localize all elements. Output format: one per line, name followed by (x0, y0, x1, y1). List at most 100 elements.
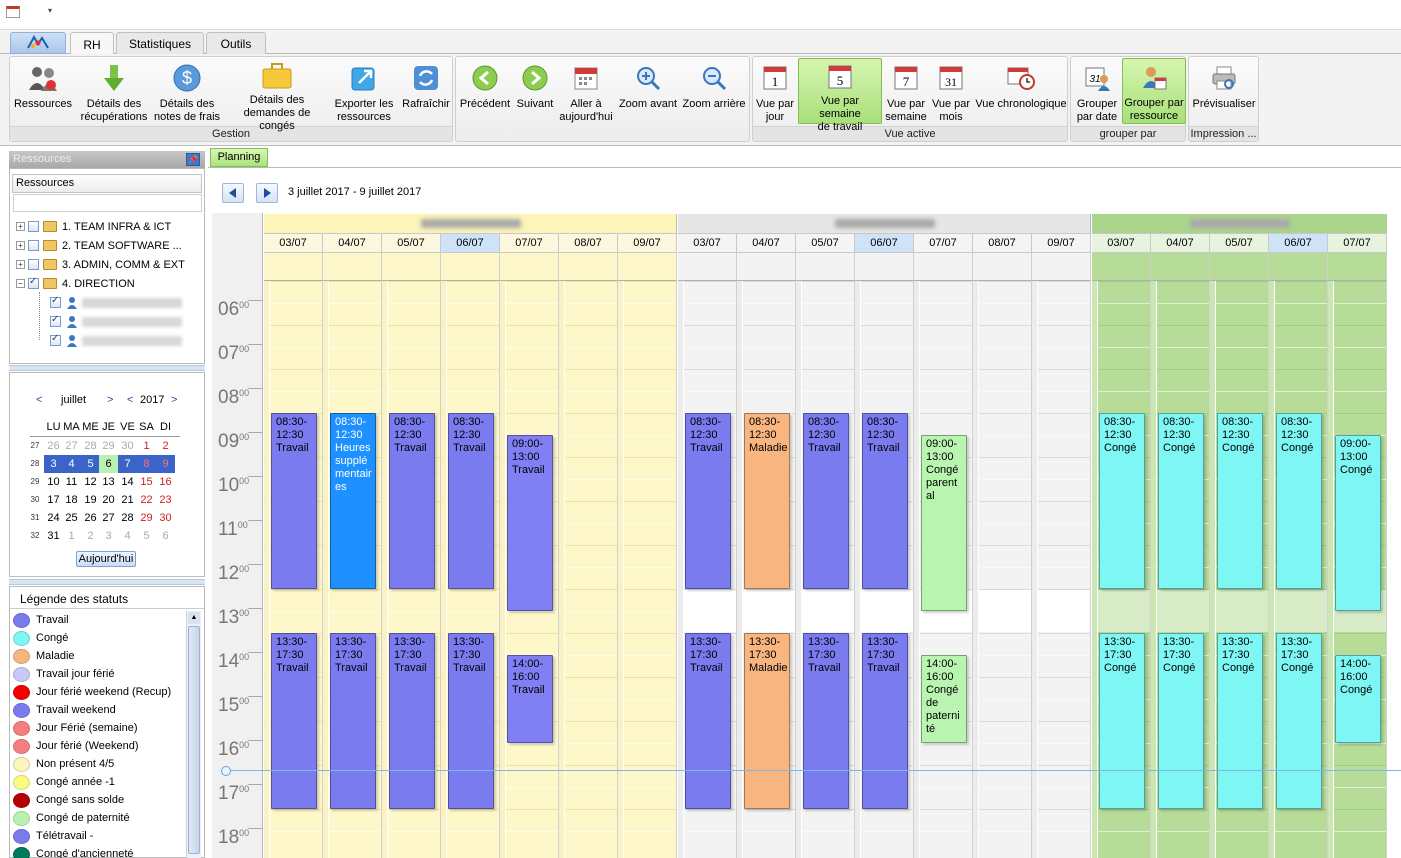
appointment[interactable]: 13:30- 17:30 Travail (330, 633, 376, 809)
appointment[interactable]: 08:30- 12:30 Travail (389, 413, 435, 589)
pin-icon[interactable]: 📌 (186, 153, 200, 166)
calendar-day[interactable]: 11 (62, 473, 81, 491)
all-day-cell[interactable] (559, 253, 618, 281)
day-header[interactable]: 06/07 (1269, 234, 1328, 253)
calendar-day[interactable]: 15 (137, 473, 156, 491)
today-button[interactable]: Aujourd'hui (76, 551, 136, 567)
appointment[interactable]: 08:30- 12:30 Congé (1099, 413, 1145, 589)
all-day-cell[interactable] (500, 253, 559, 281)
calendar-day[interactable]: 12 (81, 473, 100, 491)
day-header[interactable]: 04/07 (737, 234, 796, 253)
checkbox[interactable] (28, 276, 39, 289)
day-column[interactable] (1032, 281, 1091, 858)
calendar-day[interactable]: 5 (81, 455, 100, 473)
all-day-cell[interactable] (264, 253, 323, 281)
calendar-day[interactable]: 31 (44, 527, 63, 545)
day-header[interactable]: 09/07 (618, 234, 677, 253)
calendar-day[interactable]: 1 (137, 437, 156, 455)
all-day-cell[interactable] (737, 253, 796, 281)
calendar-day[interactable]: 19 (81, 491, 100, 509)
tree-group-software[interactable]: +2. TEAM SOFTWARE ... (16, 236, 182, 255)
calendar-day[interactable]: 4 (118, 527, 137, 545)
appointment[interactable]: 13:30- 17:30 Maladie (744, 633, 790, 809)
all-day-cell[interactable] (1328, 253, 1387, 281)
zoom-avant-button[interactable]: Zoom avant (617, 58, 679, 124)
calendar-day[interactable]: 30 (118, 437, 137, 455)
calendar-day[interactable]: 25 (62, 509, 81, 527)
scroll-thumb[interactable] (188, 626, 200, 854)
appointment[interactable]: 13:30- 17:30 Travail (685, 633, 731, 809)
tab-planning[interactable]: Planning (210, 148, 268, 167)
day-header[interactable]: 05/07 (382, 234, 441, 253)
all-day-cell[interactable] (618, 253, 677, 281)
day-header[interactable]: 08/07 (559, 234, 618, 253)
day-header[interactable]: 07/07 (500, 234, 559, 253)
tree-person-2[interactable] (50, 312, 182, 331)
resources-column-header[interactable]: Ressources (12, 174, 202, 193)
collapse-icon[interactable]: − (16, 279, 25, 288)
calendar-year[interactable]: 2017 (140, 394, 164, 406)
tree-person-1[interactable] (50, 293, 182, 312)
appointment[interactable]: 14:00- 16:00 Congé de paterni té (921, 655, 967, 743)
suivant-button[interactable]: Suivant (513, 58, 557, 124)
appointment[interactable]: 08:30- 12:30 Travail (862, 413, 908, 589)
calendar-day[interactable]: 6 (156, 527, 175, 545)
calendar-day[interactable]: 28 (81, 437, 100, 455)
calendar-day[interactable]: 5 (137, 527, 156, 545)
tree-group-direction[interactable]: − 4. DIRECTION (16, 274, 135, 293)
calendar-day[interactable]: 24 (44, 509, 63, 527)
appointment[interactable]: 08:30- 12:30 Congé (1276, 413, 1322, 589)
tab-rh[interactable]: RH (70, 32, 114, 56)
aller-aujourdhui-button[interactable]: Aller à aujourd'hui (558, 58, 614, 124)
previsualiser-button[interactable]: Prévisualiser (1191, 58, 1257, 124)
zoom-arriere-button[interactable]: Zoom arrière (682, 58, 746, 124)
calendar-day[interactable]: 13 (99, 473, 118, 491)
calendar-day[interactable]: 14 (118, 473, 137, 491)
vue-jour-button[interactable]: 1 Vue par jour (755, 58, 795, 124)
appointment[interactable]: 13:30- 17:30 Congé (1276, 633, 1322, 809)
tab-statistiques[interactable]: Statistiques (116, 32, 204, 55)
next-month-icon[interactable]: > (107, 394, 113, 406)
day-header[interactable]: 06/07 (855, 234, 914, 253)
calendar-day[interactable]: 27 (62, 437, 81, 455)
appointment[interactable]: 08:30- 12:30 Heures supplé mentair es (330, 413, 376, 589)
appointment[interactable]: 14:00- 16:00 Travail (507, 655, 553, 743)
all-day-cell[interactable] (1269, 253, 1328, 281)
application-button[interactable] (10, 32, 66, 54)
day-header[interactable]: 08/07 (973, 234, 1032, 253)
appointment[interactable]: 08:30- 12:30 Congé (1158, 413, 1204, 589)
grouper-ressource-button[interactable]: Grouper par ressource (1122, 58, 1186, 124)
appointment[interactable]: 09:00- 13:00 Congé (1335, 435, 1381, 611)
day-header[interactable]: 04/07 (323, 234, 382, 253)
calendar-day[interactable]: 4 (62, 455, 81, 473)
prev-month-icon[interactable]: < (36, 394, 42, 406)
calendar-day[interactable]: 26 (81, 509, 100, 527)
appointment[interactable]: 13:30- 17:30 Travail (862, 633, 908, 809)
appointment[interactable]: 08:30- 12:30 Maladie (744, 413, 790, 589)
all-day-cell[interactable] (855, 253, 914, 281)
day-header[interactable]: 03/07 (264, 234, 323, 253)
vue-chronologique-button[interactable]: Vue chronologique (974, 58, 1068, 124)
calendar-day[interactable]: 17 (44, 491, 63, 509)
tab-outils[interactable]: Outils (206, 32, 266, 55)
appointment[interactable]: 08:30- 12:30 Travail (448, 413, 494, 589)
calendar-day[interactable]: 1 (62, 527, 81, 545)
calendar-day[interactable]: 2 (156, 437, 175, 455)
day-header[interactable]: 04/07 (1151, 234, 1210, 253)
appointment[interactable]: 13:30- 17:30 Travail (448, 633, 494, 809)
checkbox[interactable] (50, 333, 61, 346)
checkbox[interactable] (28, 221, 39, 232)
scroll-up-icon[interactable]: ▲ (188, 612, 200, 624)
day-column[interactable] (973, 281, 1032, 858)
day-header[interactable]: 06/07 (441, 234, 500, 253)
appointment[interactable]: 13:30- 17:30 Congé (1099, 633, 1145, 809)
details-notes-frais-button[interactable]: $ Détails des notes de frais (152, 58, 222, 124)
details-demandes-conges-button[interactable]: Détails des demandes de congés (226, 58, 328, 132)
checkbox[interactable] (28, 259, 39, 270)
next-year-icon[interactable]: > (171, 394, 177, 406)
calendar-day[interactable]: 26 (44, 437, 63, 455)
prev-week-button[interactable] (222, 183, 244, 203)
appointment[interactable]: 13:30- 17:30 Congé (1217, 633, 1263, 809)
all-day-cell[interactable] (678, 253, 737, 281)
day-header[interactable]: 05/07 (796, 234, 855, 253)
